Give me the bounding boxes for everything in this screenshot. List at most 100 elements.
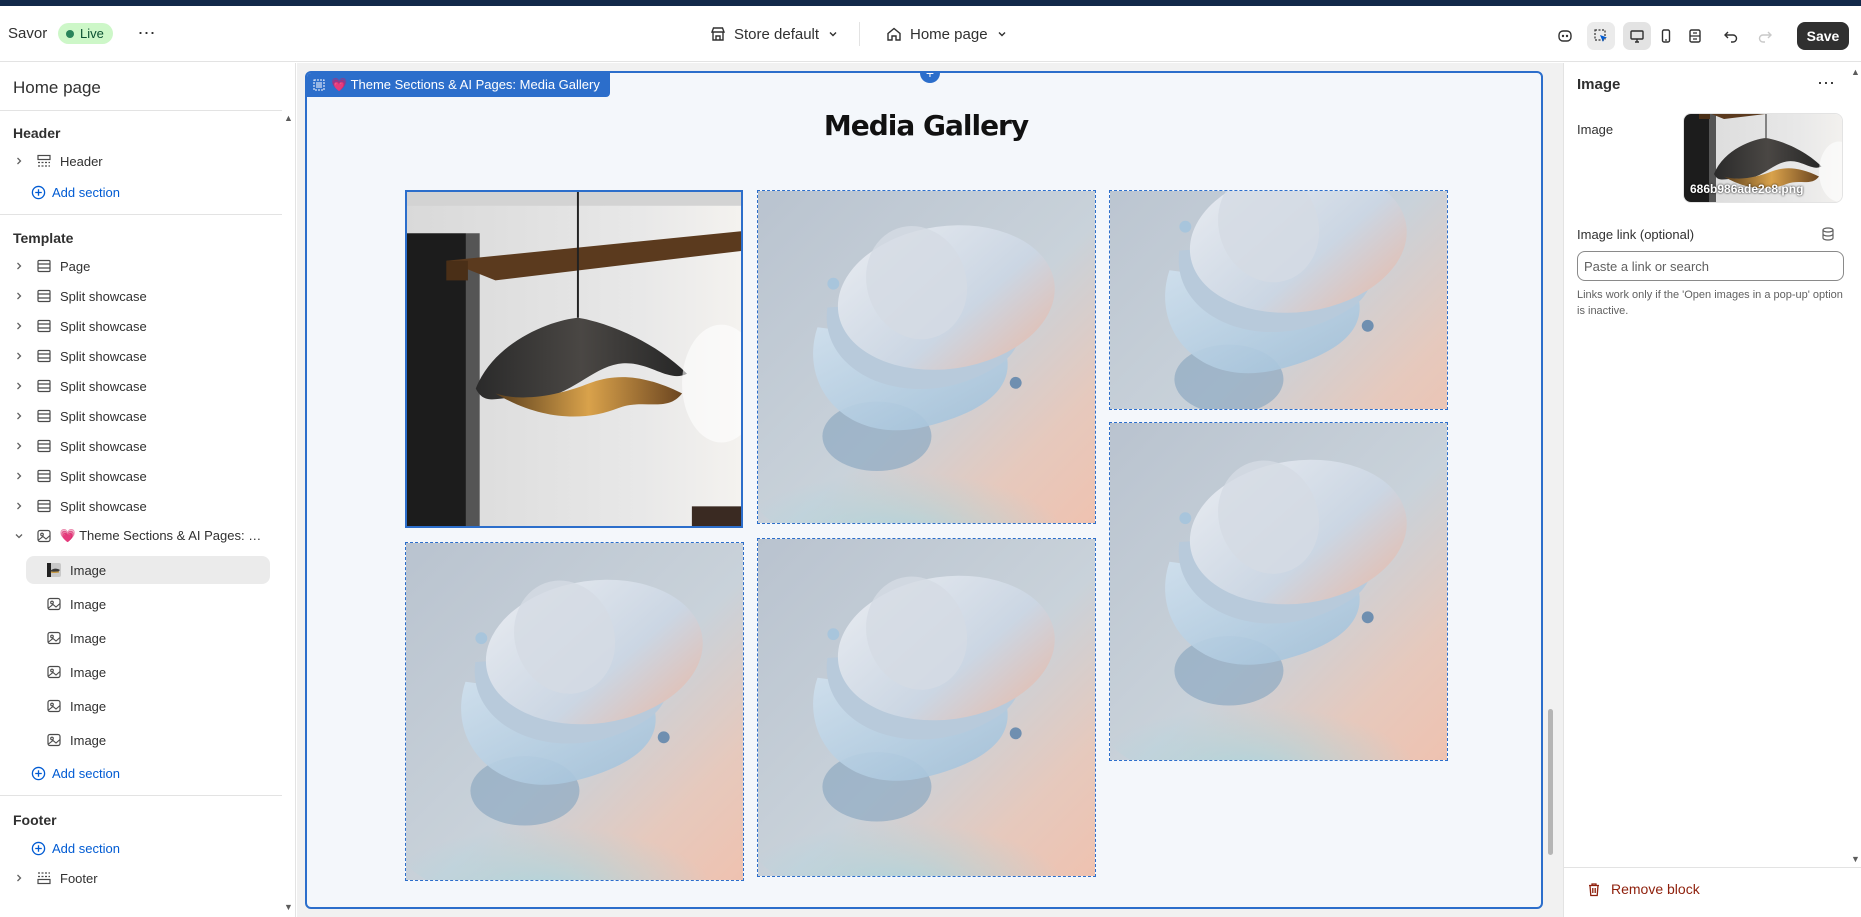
image-link-input[interactable]: [1577, 251, 1844, 281]
tree-item-image-block[interactable]: Image: [26, 726, 270, 754]
tree-item-header[interactable]: Header: [12, 147, 270, 175]
desktop-view-button[interactable]: [1623, 22, 1651, 50]
chevron-right-icon[interactable]: [12, 873, 26, 883]
gallery-image-placeholder[interactable]: [757, 190, 1096, 524]
store-name: Savor: [8, 25, 48, 42]
remove-block-button[interactable]: Remove block: [1587, 881, 1700, 897]
tree-item-page[interactable]: Page: [12, 252, 270, 280]
chevron-down-icon: [998, 32, 1006, 37]
desktop-icon: [1630, 30, 1644, 43]
tree-item-footer[interactable]: Footer: [12, 864, 270, 892]
panel-scroll-down[interactable]: ▼: [1851, 854, 1860, 864]
tree-item-split-showcase[interactable]: Split showcase: [12, 342, 270, 370]
image-link-help: Links work only if the 'Open images in a…: [1577, 289, 1843, 317]
save-button[interactable]: Save: [1797, 22, 1849, 50]
panel-more-button[interactable]: ⋯: [1817, 73, 1835, 94]
chevron-right-icon[interactable]: [12, 501, 26, 511]
tree-item-split-showcase[interactable]: Split showcase: [12, 432, 270, 460]
plus-circle-icon: [31, 841, 46, 855]
chevron-right-icon[interactable]: [12, 156, 26, 166]
image-icon: [46, 732, 62, 748]
redo-button[interactable]: [1751, 22, 1779, 50]
placeholder-image: [758, 539, 1095, 876]
tree-item-label: Split showcase: [60, 318, 147, 334]
theme-select[interactable]: Store default: [710, 22, 839, 46]
chevron-down-icon[interactable]: [12, 531, 26, 541]
tree-item-label: Image: [70, 732, 107, 748]
image-filename: 686b986ade2c8.png: [1690, 182, 1804, 196]
dynamic-source-icon[interactable]: [1821, 227, 1835, 244]
undo-button[interactable]: [1717, 22, 1745, 50]
block-settings-panel: Image ⋯ ▲ Image 686b986ade2c8.png Image …: [1563, 63, 1861, 917]
image-link-label: Image link (optional): [1577, 227, 1695, 242]
sidebar-divider: [0, 110, 282, 111]
tree-item-label: Image: [70, 562, 107, 578]
sidebar-scroll-down[interactable]: ▼: [284, 902, 294, 912]
tree-item-label: Image: [70, 664, 107, 680]
section-icon: [36, 348, 52, 364]
section-tag[interactable]: 💗 Theme Sections & AI Pages: Media Galle…: [307, 73, 610, 97]
chevron-right-icon[interactable]: [12, 411, 26, 421]
chevron-right-icon[interactable]: [12, 321, 26, 331]
gallery-image-placeholder[interactable]: [1109, 422, 1448, 761]
store-icon: [710, 27, 726, 41]
canvas-scroll-thumb[interactable]: [1548, 709, 1553, 855]
tree-item-image-block[interactable]: Image: [26, 624, 270, 652]
tree-item-split-showcase[interactable]: Split showcase: [12, 282, 270, 310]
tree-item-split-showcase[interactable]: Split showcase: [12, 492, 270, 520]
tree-item-label: Split showcase: [60, 498, 147, 514]
chevron-right-icon[interactable]: [12, 441, 26, 451]
image-picker[interactable]: 686b986ade2c8.png: [1683, 113, 1843, 203]
inspector-button[interactable]: [1587, 22, 1615, 50]
gallery-image-lamp[interactable]: [405, 190, 743, 528]
lamp-photo: [407, 192, 741, 526]
live-label: Live: [80, 26, 104, 41]
add-section-footer-button[interactable]: Add section: [31, 837, 120, 859]
tree-item-media-gallery[interactable]: 💗 Theme Sections & AI Pages: Me...: [12, 522, 270, 550]
tree-item-split-showcase[interactable]: Split showcase: [12, 372, 270, 400]
tree-item-label: Split showcase: [60, 348, 147, 364]
media-gallery-section[interactable]: 💗 Theme Sections & AI Pages: Media Galle…: [305, 71, 1543, 909]
gallery-image-placeholder[interactable]: [757, 538, 1096, 877]
tree-item-split-showcase[interactable]: Split showcase: [12, 312, 270, 340]
full-width-view-button[interactable]: [1681, 22, 1709, 50]
sidebar-title: Home page: [13, 78, 101, 97]
layout-icon: [1689, 29, 1701, 43]
chevron-right-icon[interactable]: [12, 471, 26, 481]
sidebar-scroll-up[interactable]: ▲: [284, 113, 294, 123]
add-section-template-button[interactable]: Add section: [31, 762, 120, 784]
mobile-view-button[interactable]: [1652, 22, 1680, 50]
section-icon: [36, 378, 52, 394]
drag-handle-icon: [313, 79, 325, 91]
tree-item-split-showcase[interactable]: Split showcase: [12, 462, 270, 490]
more-actions-button[interactable]: ⋯: [136, 22, 158, 44]
canvas-scrollbar[interactable]: [1545, 63, 1557, 909]
group-title-footer: Footer: [13, 812, 57, 828]
add-section-label: Add section: [52, 840, 120, 856]
chevron-right-icon[interactable]: [12, 351, 26, 361]
tree-item-image-block[interactable]: Image: [26, 590, 270, 618]
chevron-right-icon[interactable]: [12, 381, 26, 391]
section-icon: [36, 438, 52, 454]
add-block-icon[interactable]: +: [920, 73, 940, 83]
tree-item-image-block[interactable]: Image: [26, 556, 270, 584]
tree-item-label: Header: [60, 153, 103, 169]
gallery-image-placeholder[interactable]: [1109, 190, 1448, 410]
section-icon: [36, 408, 52, 424]
add-section-header-button[interactable]: Add section: [31, 181, 120, 203]
placeholder-image: [406, 543, 743, 880]
panel-scroll-up[interactable]: ▲: [1851, 67, 1860, 77]
add-section-label: Add section: [52, 184, 120, 200]
tree-item-image-block[interactable]: Image: [26, 658, 270, 686]
tree-item-label: Image: [70, 630, 107, 646]
tree-item-label: Split showcase: [60, 408, 147, 424]
chevron-right-icon[interactable]: [12, 291, 26, 301]
chevron-right-icon[interactable]: [12, 261, 26, 271]
gallery-image-placeholder[interactable]: [405, 542, 744, 881]
sidekick-button[interactable]: [1551, 22, 1579, 50]
plus-circle-icon: [31, 185, 46, 199]
tree-item-split-showcase[interactable]: Split showcase: [12, 402, 270, 430]
tree-item-image-block[interactable]: Image: [26, 692, 270, 720]
page-select[interactable]: Home page: [886, 22, 1008, 46]
plus-circle-icon: [31, 766, 46, 780]
